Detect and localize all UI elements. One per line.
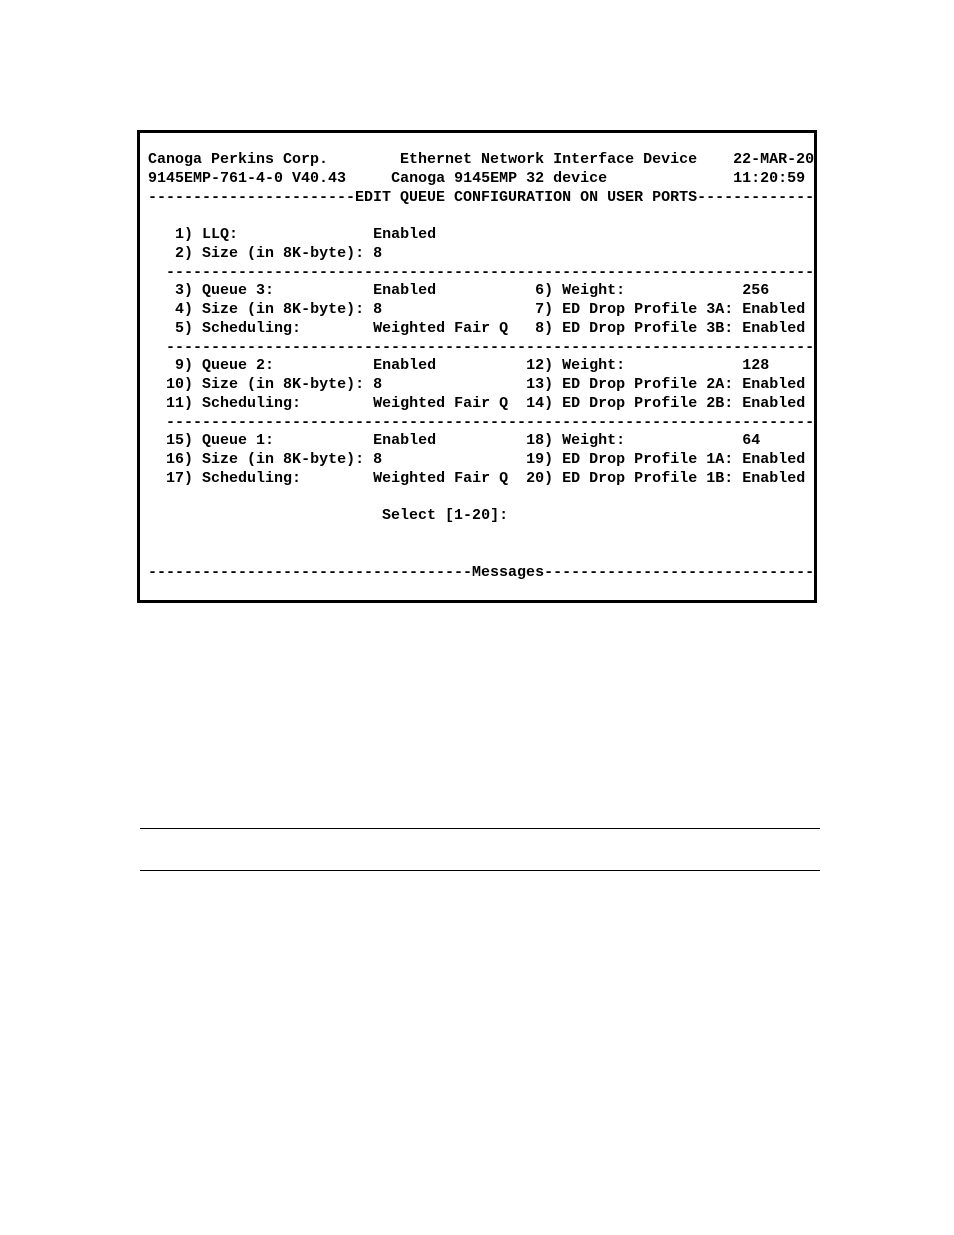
opt-9-label: Queue 2: xyxy=(202,357,274,374)
opt-10-value: 8 xyxy=(373,376,382,393)
opt-9-value: Enabled xyxy=(373,357,436,374)
opt-14-num[interactable]: 14) xyxy=(526,395,553,412)
opt-20-label: ED Drop Profile 1B: xyxy=(562,470,733,487)
opt-13-num[interactable]: 13) xyxy=(526,376,553,393)
opt-5-label: Scheduling: xyxy=(202,320,301,337)
opt-14-value: Enabled xyxy=(742,395,805,412)
divider: ----------------------------------------… xyxy=(148,414,817,431)
page-rule-2 xyxy=(140,870,820,871)
opt-1-num[interactable]: 1) xyxy=(175,226,193,243)
opt-2-num[interactable]: 2) xyxy=(175,245,193,262)
hdr-date: 22-MAR-2011 xyxy=(733,151,817,168)
opt-3-label: Queue 3: xyxy=(202,282,274,299)
opt-9-num[interactable]: 9) xyxy=(175,357,193,374)
opt-13-value: Enabled xyxy=(742,376,805,393)
opt-8-label: ED Drop Profile 3B: xyxy=(562,320,733,337)
opt-3-value: Enabled xyxy=(373,282,436,299)
opt-4-label: Size (in 8K-byte): xyxy=(202,301,364,318)
opt-2-value: 8 xyxy=(373,245,382,262)
opt-19-label: ED Drop Profile 1A: xyxy=(562,451,733,468)
divider: ----------------------------------------… xyxy=(148,339,817,356)
opt-7-value: Enabled xyxy=(742,301,805,318)
opt-12-value: 128 xyxy=(742,357,769,374)
opt-14-label: ED Drop Profile 2B: xyxy=(562,395,733,412)
opt-7-num[interactable]: 7) xyxy=(535,301,553,318)
opt-6-label: Weight: xyxy=(562,282,625,299)
opt-16-num[interactable]: 16) xyxy=(166,451,193,468)
opt-15-num[interactable]: 15) xyxy=(166,432,193,449)
opt-1-value: Enabled xyxy=(373,226,436,243)
hdr-device: Canoga 9145EMP 32 device xyxy=(391,170,607,187)
opt-16-label: Size (in 8K-byte): xyxy=(202,451,364,468)
opt-15-value: Enabled xyxy=(373,432,436,449)
opt-19-num[interactable]: 19) xyxy=(526,451,553,468)
opt-18-value: 64 xyxy=(742,432,760,449)
opt-8-value: Enabled xyxy=(742,320,805,337)
opt-6-num[interactable]: 6) xyxy=(535,282,553,299)
opt-12-num[interactable]: 12) xyxy=(526,357,553,374)
opt-13-label: ED Drop Profile 2A: xyxy=(562,376,733,393)
opt-7-label: ED Drop Profile 3A: xyxy=(562,301,733,318)
opt-20-value: Enabled xyxy=(742,470,805,487)
hdr-product: Ethernet Network Interface Device xyxy=(400,151,697,168)
opt-11-num[interactable]: 11) xyxy=(166,395,193,412)
opt-2-label: Size (in 8K-byte): xyxy=(202,245,364,262)
terminal-screen: Canoga Perkins Corp. Ethernet Network In… xyxy=(137,130,817,603)
opt-8-num[interactable]: 8) xyxy=(535,320,553,337)
page-rule-1 xyxy=(140,828,820,829)
opt-4-value: 8 xyxy=(373,301,382,318)
opt-11-label: Scheduling: xyxy=(202,395,301,412)
select-prompt[interactable]: Select [1-20]: xyxy=(382,507,508,524)
opt-4-num[interactable]: 4) xyxy=(175,301,193,318)
opt-1-label: LLQ: xyxy=(202,226,238,243)
opt-10-num[interactable]: 10) xyxy=(166,376,193,393)
opt-18-label: Weight: xyxy=(562,432,625,449)
opt-11-value: Weighted Fair Q xyxy=(373,395,508,412)
opt-20-num[interactable]: 20) xyxy=(526,470,553,487)
opt-5-value: Weighted Fair Q xyxy=(373,320,508,337)
divider: ----------------------------------------… xyxy=(148,264,817,281)
opt-10-label: Size (in 8K-byte): xyxy=(202,376,364,393)
opt-18-num[interactable]: 18) xyxy=(526,432,553,449)
messages-bar: ------------------------------------Mess… xyxy=(148,564,817,581)
opt-3-num[interactable]: 3) xyxy=(175,282,193,299)
opt-17-num[interactable]: 17) xyxy=(166,470,193,487)
opt-19-value: Enabled xyxy=(742,451,805,468)
hdr-time: 11:20:59 xyxy=(733,170,805,187)
hdr-model: 9145EMP-761-4-0 V40.43 xyxy=(148,170,346,187)
opt-5-num[interactable]: 5) xyxy=(175,320,193,337)
opt-6-value: 256 xyxy=(742,282,769,299)
opt-16-value: 8 xyxy=(373,451,382,468)
opt-17-value: Weighted Fair Q xyxy=(373,470,508,487)
opt-17-label: Scheduling: xyxy=(202,470,301,487)
hdr-company: Canoga Perkins Corp. xyxy=(148,151,328,168)
title-bar: -----------------------EDIT QUEUE CONFIG… xyxy=(148,189,817,206)
opt-15-label: Queue 1: xyxy=(202,432,274,449)
opt-12-label: Weight: xyxy=(562,357,625,374)
